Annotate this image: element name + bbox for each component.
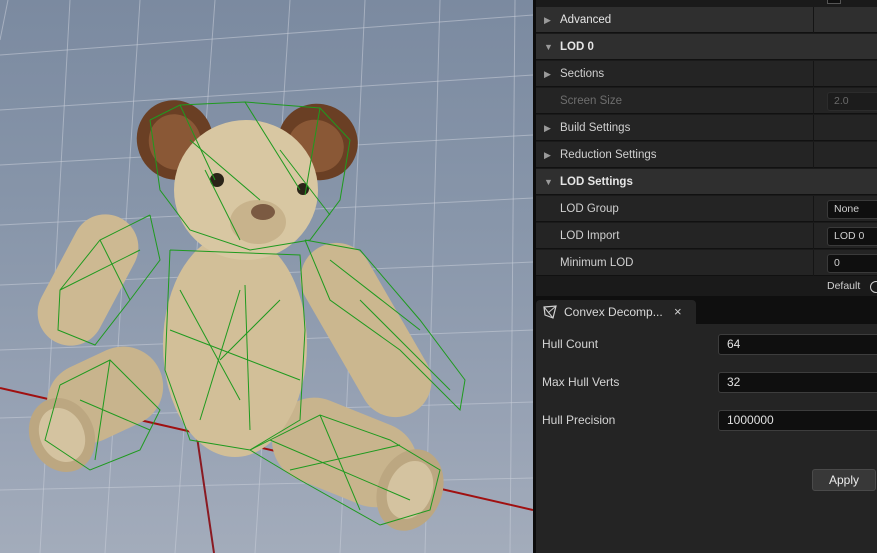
convex-decomposition-panel: Convex Decomp... × Hull Count 64 Max Hul… (536, 296, 877, 553)
category-lod-0[interactable]: ▼ LOD 0 (536, 34, 877, 60)
chevron-right-icon: ▶ (544, 69, 551, 79)
max-hull-verts-row: Max Hull Verts 32 (536, 369, 877, 395)
prop-lod-group: LOD Group None (536, 196, 877, 222)
prop-label: LOD Group (560, 203, 619, 215)
group-label: Reduction Settings (560, 149, 657, 161)
prop-minimum-lod: Minimum LOD 0 (536, 250, 877, 276)
prop-lod-import: LOD Import LOD 0 (536, 223, 877, 249)
lod-import-dropdown[interactable]: LOD 0 (827, 227, 877, 246)
column-splitter[interactable] (813, 61, 814, 87)
level-viewport[interactable] (0, 0, 533, 553)
screen-size-field: 2.0 (827, 92, 877, 111)
apply-button[interactable]: Apply (812, 469, 876, 491)
chevron-down-icon: ▼ (544, 42, 553, 52)
group-sections[interactable]: ▶ Sections (536, 61, 877, 87)
hull-precision-label: Hull Precision (542, 413, 616, 427)
column-splitter[interactable] (813, 88, 814, 114)
column-splitter[interactable] (813, 223, 814, 249)
close-icon[interactable]: × (674, 300, 682, 324)
tab-label: Convex Decomp... (564, 305, 663, 319)
column-splitter[interactable] (813, 250, 814, 276)
hull-precision-row: Hull Precision 1000000 (536, 407, 877, 433)
category-label: LOD 0 (560, 41, 594, 53)
chevron-right-icon: ▶ (544, 123, 551, 133)
teddy-bear-mesh (28, 100, 444, 531)
hull-count-label: Hull Count (542, 337, 599, 351)
hull-count-row: Hull Count 64 (536, 331, 877, 357)
convex-settings: Hull Count 64 Max Hull Verts 32 Hull Pre… (536, 324, 877, 553)
convex-hull-icon (543, 305, 557, 319)
column-splitter[interactable] (813, 115, 814, 141)
column-splitter[interactable] (813, 7, 814, 33)
minimum-lod-field[interactable]: 0 (827, 254, 877, 273)
group-label: Sections (560, 68, 605, 80)
top-checkbox[interactable] (827, 0, 841, 4)
column-splitter[interactable] (813, 142, 814, 168)
default-label: Default (827, 280, 861, 292)
default-row: Default (536, 278, 877, 296)
lod-group-dropdown[interactable]: None (827, 200, 877, 219)
category-label: LOD Settings (560, 176, 633, 188)
max-hull-verts-input[interactable]: 32 (718, 372, 877, 393)
category-advanced[interactable]: ▶ Advanced (536, 7, 877, 33)
group-label: Build Settings (560, 122, 631, 134)
hull-precision-input[interactable]: 1000000 (718, 410, 877, 431)
group-reduction-settings[interactable]: ▶ Reduction Settings (536, 142, 877, 168)
tab-convex-decomposition[interactable]: Convex Decomp... × (536, 300, 696, 324)
reset-default-icon[interactable] (870, 281, 877, 293)
hull-count-input[interactable]: 64 (718, 334, 877, 355)
category-lod-settings[interactable]: ▼ LOD Settings (536, 169, 877, 195)
chevron-right-icon: ▶ (544, 15, 551, 25)
group-build-settings[interactable]: ▶ Build Settings (536, 115, 877, 141)
column-splitter[interactable] (813, 196, 814, 222)
tab-strip: Convex Decomp... × (536, 296, 877, 324)
prop-label: LOD Import (560, 230, 620, 242)
details-panel: ▶ Advanced ▼ LOD 0 ▶ Sections Screen Siz… (536, 0, 877, 296)
chevron-right-icon: ▶ (544, 150, 551, 160)
max-hull-verts-label: Max Hull Verts (542, 375, 620, 389)
prop-screen-size: Screen Size 2.0 (536, 88, 877, 114)
category-label: Advanced (560, 14, 612, 26)
chevron-down-icon: ▼ (544, 177, 553, 187)
prop-label: Screen Size (560, 95, 623, 107)
prop-label: Minimum LOD (560, 257, 634, 269)
viewport-scene (0, 0, 533, 553)
